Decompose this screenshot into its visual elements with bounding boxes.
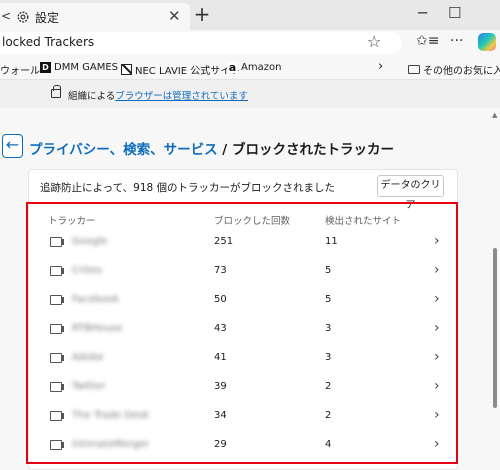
copilot-icon[interactable] (478, 33, 496, 51)
dmm-icon: D (40, 62, 51, 73)
managed-prefix: 組織による (68, 91, 116, 102)
minimize-button[interactable]: ─ (418, 4, 427, 22)
nec-icon (121, 64, 132, 75)
favorite-amazon[interactable]: a Amazon (227, 62, 281, 73)
maximize-button[interactable]: ☐ (448, 4, 461, 22)
favorite-label: NEC LAVIE 公式サイト (135, 66, 241, 77)
back-button[interactable]: ← (2, 134, 23, 158)
tab-title: 設定 (35, 11, 60, 25)
managed-banner: 組織によるブラウザーは管理されています (0, 80, 500, 108)
favorite-label: Amazon (241, 62, 282, 73)
tab-strip: < 設定 ✕ + ─ ☐ (0, 0, 500, 30)
breadcrumb-current: ブロックされたトラッカー (231, 142, 394, 158)
amazon-icon: a (227, 61, 238, 74)
favorites-overflow-icon[interactable]: › (378, 59, 383, 74)
folder-icon (408, 65, 420, 74)
breadcrumb-privacy-link[interactable]: プライバシー、検索、サービス (29, 142, 218, 158)
more-icon[interactable]: ··· (450, 33, 463, 49)
other-favorites-folder[interactable]: その他のお気に入り (408, 62, 500, 77)
favorites-bar: ウォール D DMM GAMES NEC LAVIE 公式サイト a Amazo… (0, 57, 500, 80)
scroll-up-icon[interactable]: ▲ (492, 111, 497, 119)
highlight-box (26, 202, 458, 464)
scrollbar-thumb[interactable] (493, 248, 497, 408)
managed-text: 組織によるブラウザーは管理されています (68, 88, 248, 102)
favorite-label: ウォール (0, 66, 40, 77)
page-scrollbar[interactable]: ▲ (490, 110, 500, 470)
other-favorites-label: その他のお気に入り (423, 66, 500, 77)
favorite-dmm-games[interactable]: D DMM GAMES (40, 62, 118, 73)
favorite-label: DMM GAMES (54, 62, 119, 73)
gear-icon (17, 11, 29, 23)
lock-icon (51, 85, 61, 98)
url-text[interactable]: locked Trackers (2, 35, 94, 49)
clear-data-button[interactable]: データのクリア (377, 175, 444, 211)
favorites-icon[interactable]: ✩≡ (416, 33, 439, 49)
address-field[interactable]: locked Trackers ☆ (0, 32, 402, 54)
new-tab-button[interactable]: + (192, 2, 212, 26)
managed-link[interactable]: ブラウザーは管理されています (115, 91, 248, 102)
close-tab-icon[interactable]: ✕ (168, 7, 181, 25)
favorite-nec-lavie[interactable]: NEC LAVIE 公式サイト (121, 62, 240, 77)
tab-settings[interactable]: < 設定 ✕ (0, 3, 190, 30)
star-icon[interactable]: ☆ (367, 32, 381, 51)
page-title: プライバシー、検索、サービス / ブロックされたトラッカー (29, 138, 394, 158)
address-bar: locked Trackers ☆ ✩≡ ··· (0, 30, 500, 57)
blocked-summary: 追跡防止によって、918 個のトラッカーがブロックされました (40, 182, 336, 194)
tab-scroll-left-icon[interactable]: < (1, 9, 11, 23)
favorite-wall[interactable]: ウォール (0, 62, 40, 77)
breadcrumb-separator: / (217, 142, 232, 158)
